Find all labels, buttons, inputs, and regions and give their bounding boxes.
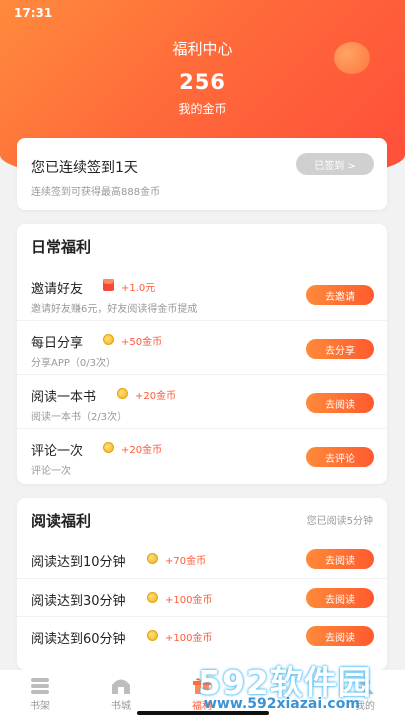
read-button[interactable]: 去阅读 bbox=[306, 393, 374, 413]
task-row-read-book: 阅读一本书 +20金币 阅读一本书（2/3次） 去阅读 bbox=[17, 374, 387, 429]
task-row-invite: 邀请好友 +1.0元 邀请好友赚6元，好友阅读得金币提成 去邀请 bbox=[17, 266, 387, 320]
read-60-button[interactable]: 去阅读 bbox=[306, 626, 374, 646]
share-button[interactable]: 去分享 bbox=[306, 339, 374, 359]
task-reward: +50金币 bbox=[121, 337, 163, 348]
coin-icon bbox=[147, 630, 158, 641]
home-indicator bbox=[137, 711, 269, 715]
reading-goal-name: 阅读达到10分钟 bbox=[31, 555, 126, 570]
reading-welfare-card: 阅读福利 您已阅读5分钟 阅读达到10分钟 +70金币 去阅读 阅读达到30分钟… bbox=[17, 498, 387, 670]
task-desc: 分享APP（0/3次） bbox=[31, 358, 116, 369]
section-title-daily: 日常福利 bbox=[31, 238, 92, 256]
task-desc: 评论一次 bbox=[31, 466, 71, 477]
task-name: 邀请好友 bbox=[31, 282, 84, 297]
comment-button[interactable]: 去评论 bbox=[306, 447, 374, 467]
daily-welfare-card: 日常福利 邀请好友 +1.0元 邀请好友赚6元，好友阅读得金币提成 去邀请 每日… bbox=[17, 224, 387, 484]
invite-button[interactable]: 去邀请 bbox=[306, 285, 374, 305]
read-10-button[interactable]: 去阅读 bbox=[306, 549, 374, 569]
signin-subtitle: 连续签到可获得最高888金币 bbox=[31, 187, 161, 198]
task-reward: +20金币 bbox=[121, 445, 163, 456]
signin-card: 您已连续签到1天 连续签到可获得最高888金币 已签到 > bbox=[17, 138, 387, 210]
reading-goal-name: 阅读达到30分钟 bbox=[31, 594, 126, 609]
bookstore-icon bbox=[110, 676, 132, 694]
task-desc: 阅读一本书（2/3次） bbox=[31, 412, 128, 423]
section-title-reading: 阅读福利 bbox=[31, 512, 92, 530]
coin-icon bbox=[147, 592, 158, 603]
reading-row-10: 阅读达到10分钟 +70金币 去阅读 bbox=[17, 540, 387, 578]
coin-icon bbox=[103, 334, 114, 345]
signin-title: 您已连续签到1天 bbox=[31, 160, 138, 176]
task-name: 阅读一本书 bbox=[31, 390, 97, 405]
read-30-button[interactable]: 去阅读 bbox=[306, 588, 374, 608]
coin-balance-label: 我的金币 bbox=[178, 102, 227, 116]
reading-row-60: 阅读达到60分钟 +100金币 去阅读 bbox=[17, 616, 387, 655]
status-time: 17:31 bbox=[14, 6, 53, 20]
red-packet-icon bbox=[103, 279, 114, 291]
reading-progress-text: 您已阅读5分钟 bbox=[306, 516, 373, 527]
task-row-share: 每日分享 +50金币 分享APP（0/3次） 去分享 bbox=[17, 320, 387, 375]
tab-bookshelf[interactable]: 书架 bbox=[15, 676, 65, 712]
coin-icon bbox=[117, 388, 128, 399]
tab-bookstore[interactable]: 书城 bbox=[96, 676, 146, 712]
task-name: 每日分享 bbox=[31, 336, 84, 351]
coin-balance: 256 bbox=[179, 70, 226, 94]
reading-goal-reward: +100金币 bbox=[165, 633, 213, 644]
watermark-url: www.592xiazai.com bbox=[204, 696, 360, 712]
bookshelf-icon bbox=[29, 676, 51, 694]
tab-label: 书架 bbox=[30, 701, 50, 712]
tab-label: 书城 bbox=[111, 701, 131, 712]
reading-goal-reward: +100金币 bbox=[165, 595, 213, 606]
reading-goal-name: 阅读达到60分钟 bbox=[31, 632, 126, 647]
reading-goal-reward: +70金币 bbox=[165, 556, 207, 567]
task-row-comment: 评论一次 +20金币 评论一次 去评论 bbox=[17, 428, 387, 485]
task-reward: +20金币 bbox=[135, 391, 177, 402]
task-desc: 邀请好友赚6元，好友阅读得金币提成 bbox=[31, 304, 198, 315]
reading-row-30: 阅读达到30分钟 +100金币 去阅读 bbox=[17, 578, 387, 617]
coin-icon bbox=[147, 553, 158, 564]
task-name: 评论一次 bbox=[31, 444, 84, 459]
signed-in-button[interactable]: 已签到 > bbox=[296, 153, 374, 175]
page-title: 福利中心 bbox=[172, 40, 233, 58]
coin-icon bbox=[103, 442, 114, 453]
task-reward: +1.0元 bbox=[121, 283, 156, 294]
